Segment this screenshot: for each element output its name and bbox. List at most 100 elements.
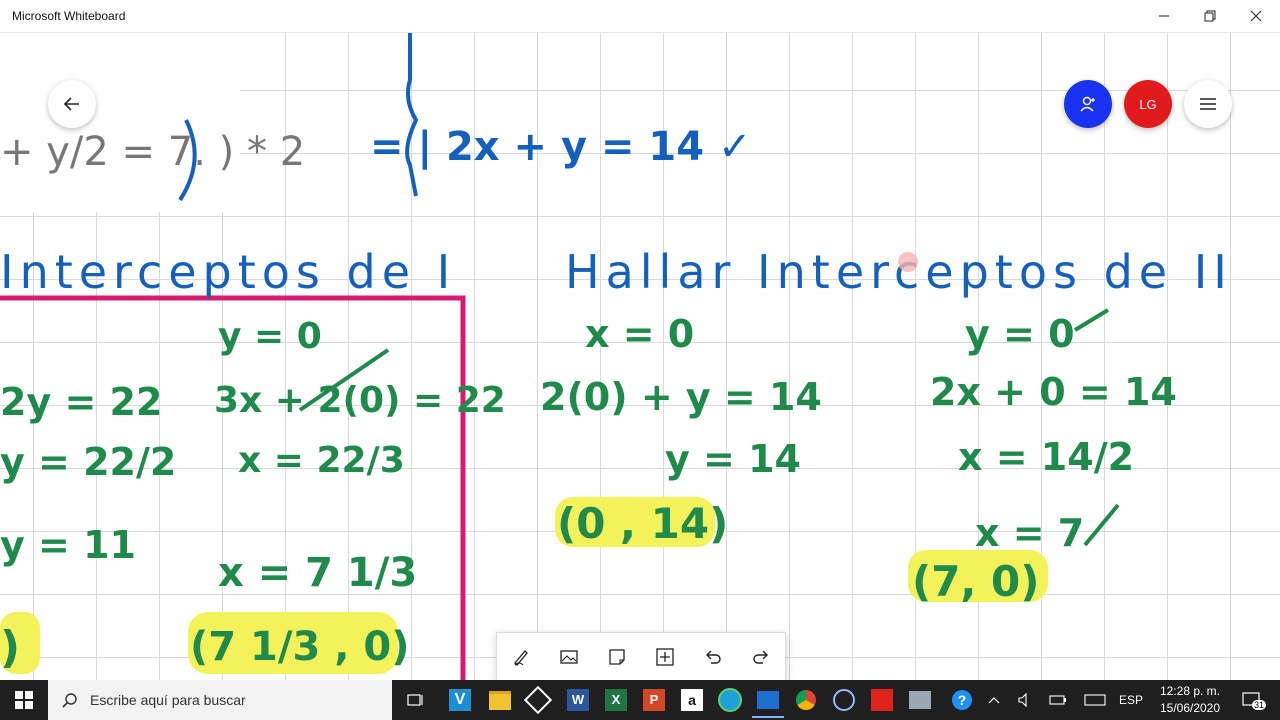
app-window-icon bbox=[909, 691, 931, 709]
taskbar-app[interactable]: X bbox=[600, 684, 632, 716]
insert-icon bbox=[656, 648, 674, 666]
col-c-line: 2(0) + y = 14 bbox=[540, 375, 822, 419]
col-a-line: 2y = 22 bbox=[0, 380, 162, 424]
battery-button[interactable] bbox=[1044, 680, 1072, 720]
insert-tool-button[interactable] bbox=[647, 639, 683, 675]
back-button[interactable] bbox=[48, 80, 96, 128]
pen-tool-button[interactable] bbox=[503, 639, 539, 675]
menu-button[interactable] bbox=[1184, 80, 1232, 128]
app-v-icon: V bbox=[449, 689, 471, 711]
excel-icon: X bbox=[605, 689, 627, 711]
taskbar-app[interactable] bbox=[484, 684, 516, 716]
language-indicator[interactable]: ESP bbox=[1116, 680, 1146, 720]
undo-icon bbox=[706, 650, 721, 664]
taskbar-app[interactable] bbox=[904, 684, 936, 716]
taskbar-app[interactable]: a bbox=[676, 684, 708, 716]
col-d-line: x = 7 bbox=[975, 511, 1084, 555]
show-hidden-icons-button[interactable] bbox=[984, 680, 1004, 720]
taskbar-search[interactable]: Escribe aquí para buscar bbox=[48, 680, 392, 720]
ink-toolbar bbox=[496, 632, 786, 682]
col-d-line: x = 14/2 bbox=[958, 435, 1134, 479]
col-b-line: (7 1/3 , 0) bbox=[190, 624, 409, 670]
col-d-line: 2x + 0 = 14 bbox=[930, 370, 1177, 414]
start-button[interactable] bbox=[0, 680, 48, 720]
avatar[interactable]: LG bbox=[1124, 80, 1172, 128]
avatar-initials: LG bbox=[1139, 96, 1157, 112]
help-icon: ? bbox=[952, 690, 972, 710]
volume-button[interactable] bbox=[1012, 680, 1040, 720]
restore-icon bbox=[1204, 10, 1216, 22]
image-tool-button[interactable] bbox=[551, 639, 587, 675]
col-d-line: y = 0 bbox=[965, 312, 1075, 356]
undo-button[interactable] bbox=[695, 639, 731, 675]
col-b-line: x = 22/3 bbox=[238, 440, 405, 481]
section1-title: Interceptos de I bbox=[0, 245, 456, 299]
col-d-line: (7, 0) bbox=[912, 557, 1039, 606]
clock-time: 12:28 p. m. bbox=[1159, 684, 1221, 698]
redo-button[interactable] bbox=[743, 639, 779, 675]
taskbar: Escribe aquí para buscar V W X P a ? ESP… bbox=[0, 680, 1280, 720]
hamburger-menu-icon bbox=[1200, 98, 1216, 110]
word-icon: W bbox=[567, 689, 589, 711]
amazon-icon: a bbox=[681, 689, 703, 711]
taskbar-app[interactable] bbox=[828, 684, 860, 716]
task-view-button[interactable] bbox=[400, 684, 432, 716]
file-explorer-icon bbox=[489, 690, 511, 710]
invite-button[interactable] bbox=[1064, 80, 1112, 128]
speaker-icon bbox=[1018, 693, 1027, 707]
close-icon bbox=[1250, 10, 1262, 22]
bracket-mark bbox=[405, 32, 419, 197]
close-button[interactable] bbox=[1233, 0, 1279, 32]
section2-title: Hallar Interceptos de II bbox=[565, 245, 1233, 299]
edge-icon bbox=[718, 688, 742, 712]
col-c-line: (0 , 14) bbox=[557, 499, 728, 548]
col-b-line: y = 0 bbox=[218, 316, 322, 357]
whiteboard-canvas[interactable]: + y/2 = 7. ) * 2 = | 2x + y = 14 ✓ Inter… bbox=[0, 32, 1280, 680]
keyboard-button[interactable] bbox=[1078, 680, 1112, 720]
minimize-button[interactable] bbox=[1141, 0, 1187, 32]
taskbar-app[interactable] bbox=[866, 684, 898, 716]
clock[interactable]: 12:28 p. m. 15/06/2020 bbox=[1148, 683, 1232, 717]
acrobat-icon bbox=[871, 689, 893, 711]
taskbar-app[interactable]: P bbox=[638, 684, 670, 716]
taskbar-app[interactable] bbox=[714, 684, 746, 716]
top-partial: + y/2 = 7. ) * 2 bbox=[0, 129, 305, 175]
restore-button[interactable] bbox=[1187, 0, 1233, 32]
note-tool-button[interactable] bbox=[599, 639, 635, 675]
arrow-left-icon bbox=[63, 97, 79, 111]
check-mark bbox=[1083, 503, 1120, 547]
taskbar-app[interactable] bbox=[790, 684, 822, 716]
clock-date: 15/06/2020 bbox=[1159, 701, 1221, 715]
col-b-line: x = 7 1/3 bbox=[218, 550, 417, 596]
network-app-icon bbox=[833, 689, 855, 711]
taskbar-app-whiteboard[interactable] bbox=[752, 684, 784, 718]
notification-count: 31 bbox=[1252, 700, 1267, 710]
taskbar-app[interactable] bbox=[522, 684, 554, 716]
taskbar-app[interactable]: V bbox=[444, 684, 476, 716]
col-a-line: ) bbox=[0, 622, 20, 673]
taskbar-app[interactable]: W bbox=[562, 684, 594, 716]
chevron-up-icon bbox=[988, 697, 1000, 704]
add-person-icon bbox=[1080, 96, 1095, 112]
notification-center-button[interactable]: 31 bbox=[1236, 680, 1267, 720]
search-placeholder: Escribe aquí para buscar bbox=[90, 692, 246, 708]
col-a-line: y = 22/2 bbox=[0, 440, 176, 484]
windows-logo-icon bbox=[15, 691, 33, 709]
pen-icon bbox=[514, 650, 528, 666]
image-icon bbox=[560, 650, 578, 664]
minimize-icon bbox=[1159, 15, 1169, 17]
redo-icon bbox=[753, 650, 768, 664]
keyboard-icon bbox=[1084, 694, 1106, 706]
col-c-line: x = 0 bbox=[585, 312, 694, 356]
col-b-line: 3x + 2(0) = 22 bbox=[214, 380, 506, 421]
chrome-icon bbox=[796, 690, 816, 710]
col-a-line: y = 11 bbox=[0, 523, 136, 567]
laser-pointer bbox=[898, 252, 918, 272]
taskbar-app[interactable]: ? bbox=[946, 684, 978, 716]
top-equation: = | 2x + y = 14 ✓ bbox=[370, 124, 752, 171]
title-bar: Microsoft Whiteboard bbox=[0, 0, 1280, 33]
task-view-icon bbox=[407, 694, 423, 706]
ink-layer: + y/2 = 7. ) * 2 = | 2x + y = 14 ✓ Inter… bbox=[0, 32, 1233, 680]
powerpoint-icon: P bbox=[643, 689, 665, 711]
note-icon bbox=[609, 649, 625, 665]
